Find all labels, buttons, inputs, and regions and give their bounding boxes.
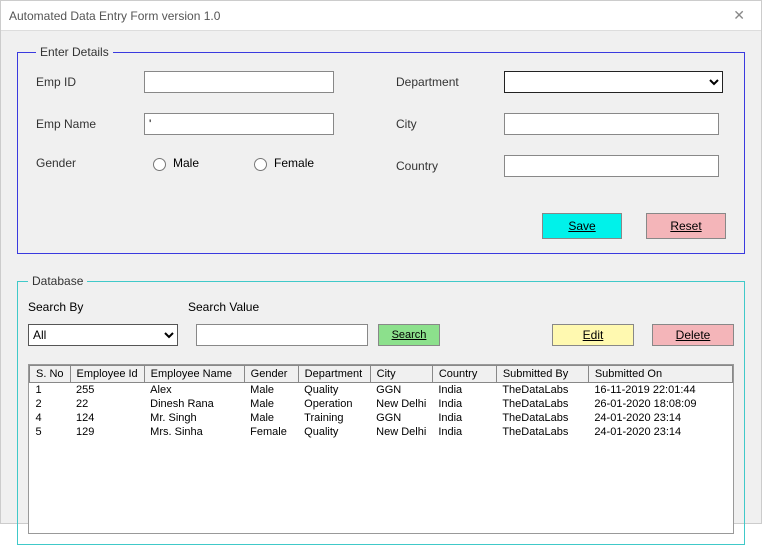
col-submittedby[interactable]: Submitted By [496, 366, 588, 383]
cell-sno: 4 [30, 411, 71, 425]
cell-submittedon: 24-01-2020 23:14 [588, 411, 732, 425]
content: Enter Details Emp ID Emp Name Gender Mal [1, 31, 761, 553]
cell-country: India [432, 383, 496, 398]
cell-department: Training [298, 411, 370, 425]
search-button[interactable]: Search [378, 324, 440, 346]
gender-label: Gender [36, 156, 126, 170]
gender-female-option[interactable]: Female [249, 155, 314, 171]
searchby-label: Search By [28, 300, 188, 314]
cell-submittedby: TheDataLabs [496, 397, 588, 411]
department-select[interactable] [504, 71, 723, 93]
cell-sno: 5 [30, 425, 71, 439]
cell-empid: 129 [70, 425, 144, 439]
empname-input[interactable] [144, 113, 334, 135]
cell-submittedon: 24-01-2020 23:14 [588, 425, 732, 439]
cell-submittedby: TheDataLabs [496, 425, 588, 439]
close-icon[interactable]: ✕ [725, 5, 753, 26]
col-department[interactable]: Department [298, 366, 370, 383]
searchvalue-input[interactable] [196, 324, 368, 346]
delete-button[interactable]: Delete [652, 324, 734, 346]
empid-input[interactable] [144, 71, 334, 93]
cell-city: New Delhi [370, 425, 432, 439]
gender-male-radio[interactable] [153, 158, 166, 171]
cell-empname: Alex [144, 383, 244, 398]
table-row[interactable]: 5129Mrs. SinhaFemaleQualityNew DelhiIndi… [30, 425, 733, 439]
edit-button[interactable]: Edit [552, 324, 634, 346]
cell-submittedon: 16-11-2019 22:01:44 [588, 383, 732, 398]
country-input[interactable] [504, 155, 719, 177]
col-empid[interactable]: Employee Id [70, 366, 144, 383]
cell-submittedon: 26-01-2020 18:08:09 [588, 397, 732, 411]
cell-country: India [432, 411, 496, 425]
gender-female-label: Female [274, 156, 314, 170]
table-row[interactable]: 222Dinesh RanaMaleOperationNew DelhiIndi… [30, 397, 733, 411]
col-sno[interactable]: S. No [30, 366, 71, 383]
reset-button[interactable]: Reset [646, 213, 726, 239]
cell-department: Operation [298, 397, 370, 411]
col-submittedon[interactable]: Submitted On [588, 366, 732, 383]
department-label: Department [396, 75, 486, 89]
table-row[interactable]: 1255AlexMaleQualityGGNIndiaTheDataLabs16… [30, 383, 733, 398]
cell-submittedby: TheDataLabs [496, 411, 588, 425]
cell-empname: Dinesh Rana [144, 397, 244, 411]
data-grid[interactable]: S. No Employee Id Employee Name Gender D… [28, 364, 734, 534]
col-city[interactable]: City [370, 366, 432, 383]
city-label: City [396, 117, 486, 131]
cell-gender: Male [244, 383, 298, 398]
gender-male-option[interactable]: Male [148, 155, 199, 171]
table-row[interactable]: 4124Mr. SinghMaleTrainingGGNIndiaTheData… [30, 411, 733, 425]
cell-department: Quality [298, 425, 370, 439]
cell-city: New Delhi [370, 397, 432, 411]
window: Automated Data Entry Form version 1.0 ✕ … [0, 0, 762, 524]
cell-department: Quality [298, 383, 370, 398]
cell-empname: Mr. Singh [144, 411, 244, 425]
table-header-row: S. No Employee Id Employee Name Gender D… [30, 366, 733, 383]
country-label: Country [396, 159, 486, 173]
empname-label: Emp Name [36, 117, 126, 131]
cell-gender: Male [244, 411, 298, 425]
cell-city: GGN [370, 411, 432, 425]
enter-details-legend: Enter Details [36, 45, 113, 59]
col-gender[interactable]: Gender [244, 366, 298, 383]
cell-country: India [432, 425, 496, 439]
cell-gender: Female [244, 425, 298, 439]
col-country[interactable]: Country [432, 366, 496, 383]
cell-empid: 255 [70, 383, 144, 398]
searchvalue-label: Search Value [188, 300, 259, 314]
cell-gender: Male [244, 397, 298, 411]
gender-female-radio[interactable] [254, 158, 267, 171]
window-title: Automated Data Entry Form version 1.0 [9, 9, 725, 23]
database-group: Database Search By Search Value All Sear… [17, 274, 745, 545]
searchby-select[interactable]: All [28, 324, 178, 346]
cell-sno: 2 [30, 397, 71, 411]
titlebar: Automated Data Entry Form version 1.0 ✕ [1, 1, 761, 31]
cell-country: India [432, 397, 496, 411]
col-empname[interactable]: Employee Name [144, 366, 244, 383]
cell-sno: 1 [30, 383, 71, 398]
gender-male-label: Male [173, 156, 199, 170]
cell-empid: 22 [70, 397, 144, 411]
cell-empname: Mrs. Sinha [144, 425, 244, 439]
cell-submittedby: TheDataLabs [496, 383, 588, 398]
empid-label: Emp ID [36, 75, 126, 89]
cell-city: GGN [370, 383, 432, 398]
city-input[interactable] [504, 113, 719, 135]
cell-empid: 124 [70, 411, 144, 425]
database-legend: Database [28, 274, 87, 288]
save-button[interactable]: Save [542, 213, 622, 239]
enter-details-group: Enter Details Emp ID Emp Name Gender Mal [17, 45, 745, 254]
